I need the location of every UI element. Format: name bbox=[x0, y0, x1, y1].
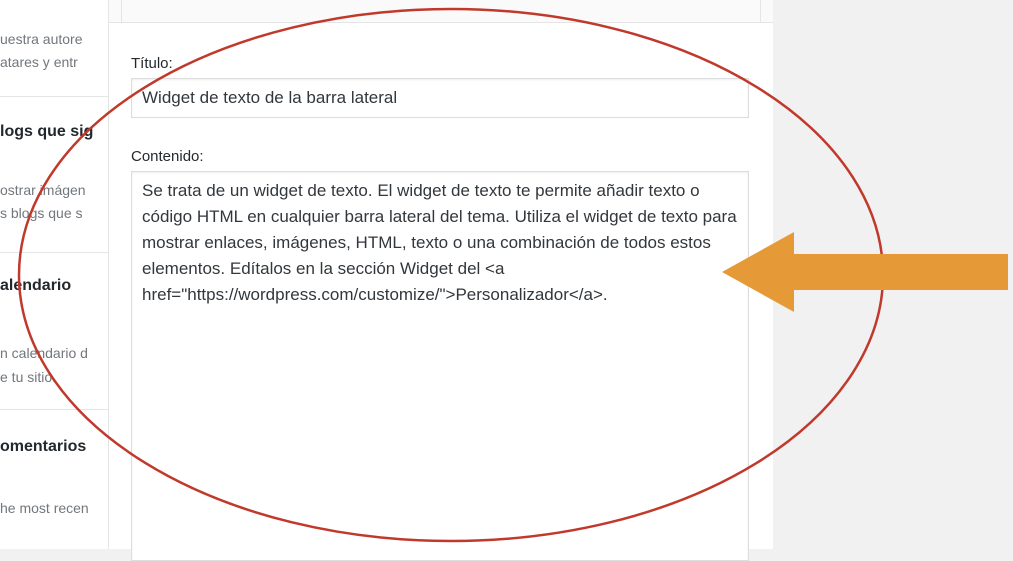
widget-item-desc-line: atares y entr bbox=[0, 54, 78, 70]
title-label: Título: bbox=[131, 55, 173, 72]
widget-item-desc-line: e tu sitio. bbox=[0, 369, 57, 385]
widget-item-blogs[interactable]: logs que sig ostrar imágen s blogs que s bbox=[0, 97, 108, 253]
widget-item-title: alendario bbox=[0, 277, 72, 294]
content-textarea[interactable] bbox=[131, 171, 749, 561]
widget-item-desc-line: s blogs que s bbox=[0, 205, 83, 221]
widget-panel-header bbox=[109, 0, 773, 23]
title-input[interactable] bbox=[131, 78, 749, 118]
widget-item-desc-line: n calendario d bbox=[0, 345, 88, 361]
right-empty-area bbox=[773, 0, 1013, 549]
widget-item-title: logs que sig bbox=[0, 123, 94, 140]
widget-item-comments[interactable]: omentarios he most recen bbox=[0, 410, 108, 549]
widget-panel-header-bar[interactable] bbox=[121, 0, 761, 23]
widget-item-title: omentarios bbox=[0, 438, 87, 455]
available-widgets-list: uestra autore atares y entr logs que sig… bbox=[0, 0, 108, 549]
widget-item-desc-line: ostrar imágen bbox=[0, 182, 86, 198]
content-label: Contenido: bbox=[131, 148, 204, 165]
widget-item-desc-line: uestra autore bbox=[0, 31, 83, 47]
widget-item-author[interactable]: uestra autore atares y entr bbox=[0, 0, 108, 97]
widget-item-desc-line: he most recen bbox=[0, 500, 89, 516]
widget-item-calendar[interactable]: alendario n calendario d e tu sitio. bbox=[0, 253, 108, 410]
text-widget-panel: Título: Contenido: bbox=[108, 0, 774, 561]
